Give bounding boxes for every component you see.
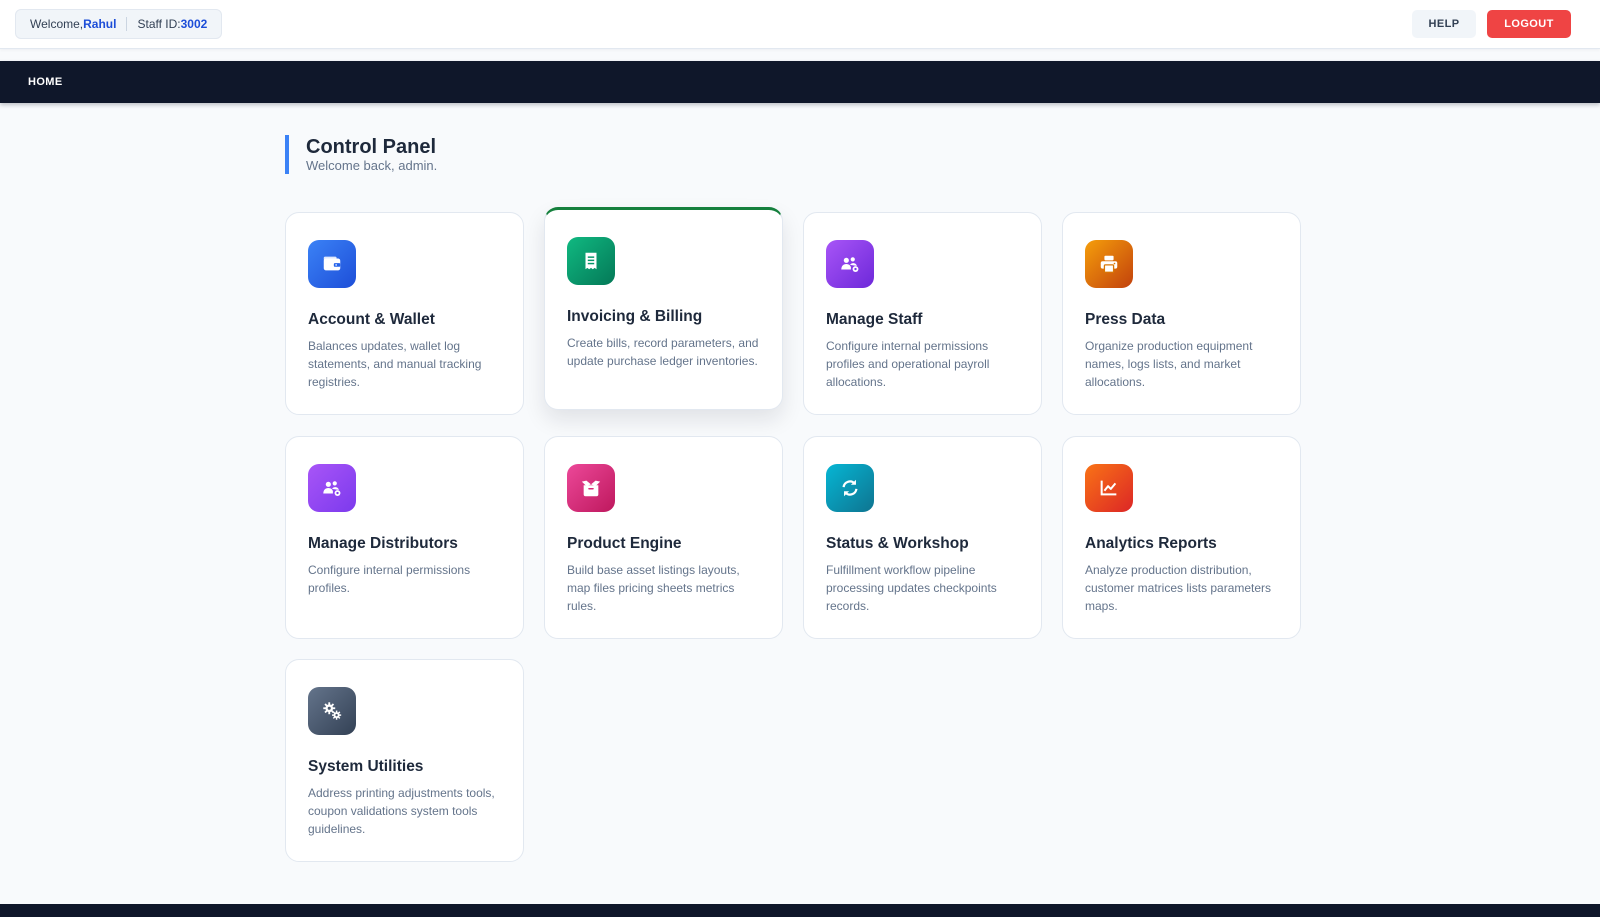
user-info-pill: Welcome, Rahul Staff ID: 3002 [15, 9, 223, 39]
card-account-wallet[interactable]: Account & Wallet Balances updates, walle… [285, 212, 524, 415]
card-press-data[interactable]: Press Data Organize production equipment… [1062, 212, 1301, 415]
card-status-workshop[interactable]: Status & Workshop Fulfillment workflow p… [803, 436, 1042, 639]
card-product-engine[interactable]: Product Engine Build base asset listings… [544, 436, 783, 639]
footer-bar [0, 904, 1600, 917]
refresh-icon [826, 464, 874, 512]
card-invoicing-billing[interactable]: Invoicing & Billing Create bills, record… [544, 207, 783, 410]
page-title: Control Panel [306, 136, 437, 158]
card-manage-staff[interactable]: Manage Staff Configure internal permissi… [803, 212, 1042, 415]
wallet-icon [308, 240, 356, 288]
users-gear-icon [308, 464, 356, 512]
top-bar: Welcome, Rahul Staff ID: 3002 HELP LOGOU… [0, 0, 1600, 49]
card-description: Fulfillment workflow pipeline processing… [826, 563, 997, 613]
card-title: Invoicing & Billing [567, 308, 703, 325]
card-description: Configure internal permissions profiles … [826, 339, 990, 389]
card-title: Manage Staff [826, 311, 923, 328]
card-title: Press Data [1085, 311, 1166, 328]
staff-id-value: 3002 [180, 17, 208, 31]
page-header: Control Panel Welcome back, admin. [285, 135, 437, 174]
nav-home-link[interactable]: HOME [28, 61, 63, 103]
card-description: Build base asset listings layouts, map f… [567, 563, 740, 613]
staff-id-label: Staff ID: [137, 17, 181, 31]
help-button[interactable]: HELP [1412, 10, 1476, 38]
module-grid: Account & Wallet Balances updates, walle… [285, 207, 1302, 862]
card-title: Manage Distributors [308, 535, 458, 552]
printer-icon [1085, 240, 1133, 288]
card-title: Product Engine [567, 535, 682, 552]
card-system-utilities[interactable]: System Utilities Address printing adjust… [285, 659, 524, 862]
line-chart-icon [1085, 464, 1133, 512]
receipt-icon [567, 237, 615, 285]
box-open-icon [567, 464, 615, 512]
page-subtitle: Welcome back, admin. [306, 158, 438, 173]
user-name: Rahul [83, 17, 117, 31]
card-analytics-reports[interactable]: Analytics Reports Analyze production dis… [1062, 436, 1301, 639]
divider [126, 17, 128, 31]
logout-button[interactable]: LOGOUT [1487, 10, 1571, 38]
welcome-label: Welcome, [30, 17, 84, 31]
card-description: Organize production equipment names, log… [1085, 339, 1253, 389]
card-description: Configure internal permissions profiles. [308, 563, 471, 595]
card-description: Address printing adjustments tools, coup… [308, 786, 495, 836]
card-title: Analytics Reports [1085, 535, 1217, 552]
gears-icon [308, 687, 356, 735]
card-title: Status & Workshop [826, 535, 969, 552]
card-title: Account & Wallet [308, 311, 435, 328]
card-description: Create bills, record parameters, and upd… [567, 336, 759, 368]
users-gear-icon [826, 240, 874, 288]
card-title: System Utilities [308, 758, 424, 775]
card-manage-distributors[interactable]: Manage Distributors Configure internal p… [285, 436, 524, 639]
main-nav: HOME [0, 61, 1600, 103]
card-description: Balances updates, wallet log statements,… [308, 339, 482, 389]
card-description: Analyze production distribution, custome… [1085, 563, 1272, 613]
